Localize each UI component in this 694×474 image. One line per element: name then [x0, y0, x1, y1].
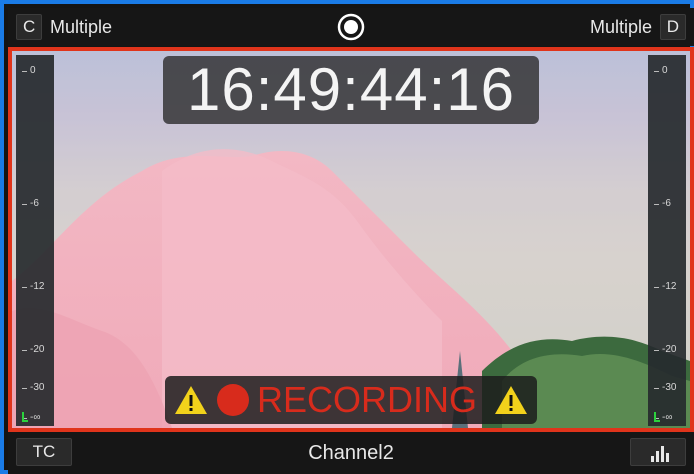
bar-chart-icon	[651, 446, 669, 462]
right-source-label: Multiple	[589, 17, 652, 37]
camera-monitor-window: C Multiple Multiple D 0 -6 -12 -20 -30 -…	[0, 0, 694, 474]
right-audio-meter: 0 -6 -12 -20 -30 -∞	[648, 55, 686, 426]
recording-label: RECORDING	[257, 379, 478, 420]
top-bar: C Multiple Multiple D	[8, 8, 694, 46]
meter-level-base	[22, 420, 28, 422]
channel-c-button[interactable]: C	[16, 14, 43, 40]
timecode-display: 16:49:44:16	[163, 56, 539, 124]
warning-icon	[495, 386, 527, 414]
warning-icon	[175, 386, 207, 414]
bottom-bar: TC Channel2	[8, 432, 694, 474]
recording-dot-icon	[217, 384, 249, 416]
left-source-label: Multiple	[50, 17, 113, 37]
video-viewer[interactable]: 0 -6 -12 -20 -30 -∞ 0 -6 -12 -20 -30 -∞ …	[8, 47, 694, 432]
left-audio-meter: 0 -6 -12 -20 -30 -∞	[16, 55, 54, 426]
recording-banner: RECORDING	[165, 376, 537, 424]
audio-meters-button[interactable]	[630, 438, 686, 466]
channel-name: Channel2	[308, 442, 394, 464]
channel-d-button[interactable]: D	[659, 14, 686, 40]
meter-level-base	[654, 420, 660, 422]
record-target-icon[interactable]	[337, 13, 365, 41]
